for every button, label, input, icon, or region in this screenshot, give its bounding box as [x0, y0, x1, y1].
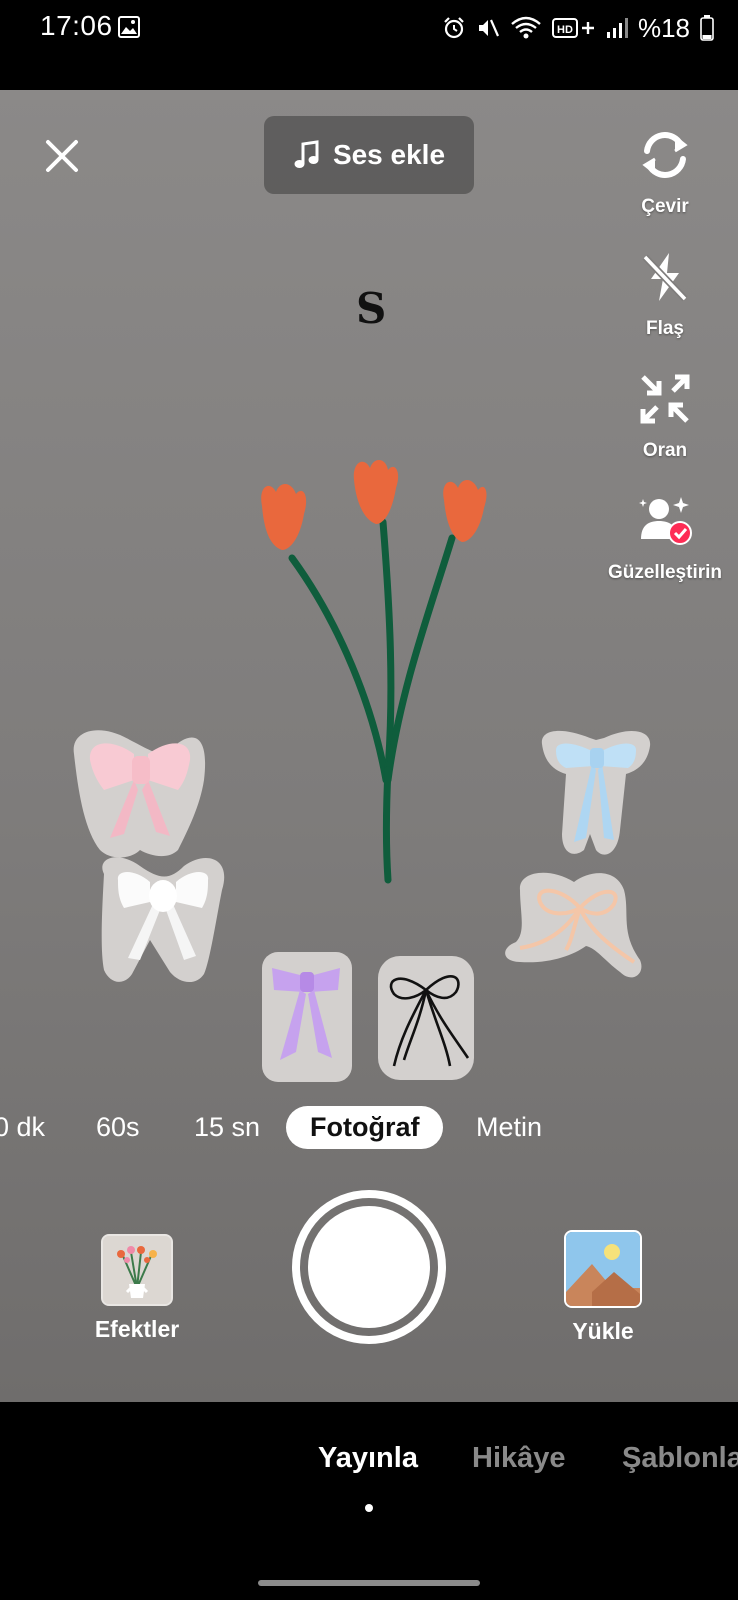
capture-mode-selector: 0 dk 60s 15 sn Fotoğraf Metin [0, 1106, 738, 1162]
mode-60s[interactable]: 60s [96, 1112, 140, 1143]
peach-bow-sticker [505, 872, 642, 978]
upload-label: Yükle [572, 1318, 634, 1344]
mute-icon [478, 19, 499, 37]
alarm-icon [444, 17, 464, 39]
gallery-notification-icon [118, 16, 140, 38]
signal-icon [606, 18, 628, 38]
mode-text[interactable]: Metin [476, 1112, 542, 1143]
status-icons: HD %18 [442, 12, 714, 44]
flash-off-icon [634, 246, 696, 308]
mode-15s[interactable]: 15 sn [194, 1112, 260, 1143]
mode-10min[interactable]: 0 dk [0, 1112, 45, 1143]
flip-camera-icon [634, 124, 696, 186]
tool-ratio-label: Oran [642, 440, 688, 461]
tool-flip-label: Çevir [641, 196, 689, 217]
effects-button[interactable]: Efektler [82, 1234, 192, 1343]
wifi-icon [511, 16, 541, 39]
camera-viewfinder[interactable]: S Ses ekle Çevir Flaş Oran Güzelleştirin… [0, 90, 738, 1402]
battery-icon [700, 15, 714, 41]
bottom-tab-bar: Yayınla Hikâye Şablonlar [0, 1402, 738, 1600]
upload-thumbnail [564, 1230, 642, 1308]
tool-flash-label: Flaş [645, 318, 685, 339]
pink-bow-sticker [73, 730, 206, 858]
beautify-icon [634, 490, 696, 552]
battery-percent: %18 [637, 12, 690, 43]
shutter-button[interactable] [292, 1190, 446, 1344]
effects-thumbnail [101, 1234, 173, 1306]
effect-letter: S [356, 284, 387, 333]
blue-bow-sticker [541, 730, 651, 855]
tool-ratio[interactable]: Oran [600, 368, 730, 464]
close-icon [46, 140, 78, 172]
white-bow-sticker [101, 857, 225, 983]
svg-text:HD: HD [557, 24, 573, 36]
shutter-inner [308, 1206, 430, 1328]
tulip-stems [288, 518, 456, 884]
home-indicator[interactable] [258, 1580, 480, 1586]
add-sound-button[interactable]: Ses ekle [264, 116, 474, 194]
purple-bow-sticker [262, 952, 352, 1082]
status-time: 17:06 [40, 10, 113, 41]
black-ribbon-sticker [378, 956, 474, 1080]
tool-flash[interactable]: Flaş [600, 246, 730, 342]
network-type-icon: HD [551, 18, 594, 38]
ratio-icon [634, 368, 696, 430]
tab-templates[interactable]: Şablonlar [622, 1442, 738, 1475]
mode-photo[interactable]: Fotoğraf [286, 1106, 444, 1149]
upload-button[interactable]: Yükle [548, 1230, 658, 1345]
tool-beautify-label: Güzelleştirin [607, 562, 723, 583]
active-tab-indicator [365, 1504, 373, 1512]
status-bar: 17:06 HD %18 [0, 0, 738, 90]
tool-flip[interactable]: Çevir [600, 124, 730, 220]
music-note-icon [294, 140, 319, 168]
tab-post[interactable]: Yayınla [318, 1442, 418, 1475]
add-sound-label: Ses ekle [332, 139, 446, 170]
camera-tools: Çevir Flaş Oran Güzelleştirin [600, 124, 730, 612]
tool-beautify[interactable]: Güzelleştirin [600, 490, 730, 586]
effects-label: Efektler [94, 1316, 180, 1342]
close-button[interactable] [40, 134, 84, 178]
tab-story[interactable]: Hikâye [472, 1442, 566, 1475]
